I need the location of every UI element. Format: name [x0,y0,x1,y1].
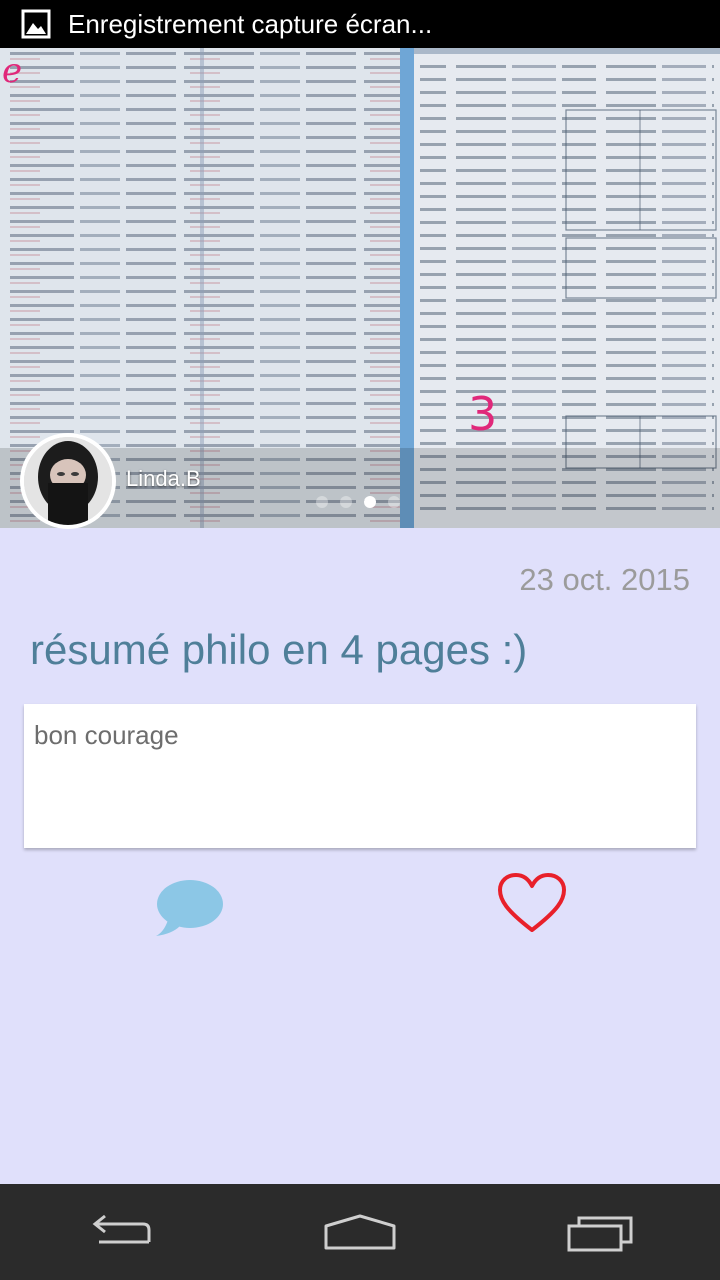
navigation-bar [0,1184,720,1280]
comment-card: bon courage [24,704,696,848]
back-icon [92,1214,151,1244]
post-title: résumé philo en 4 pages :) [30,626,528,673]
author-name[interactable]: Linda.B [126,466,201,492]
comment-button[interactable] [150,876,226,940]
comment-text: bon courage [34,720,179,750]
heart-icon [498,873,566,932]
avatar-image [24,437,112,525]
page-dot-active[interactable] [364,496,376,508]
back-button[interactable] [75,1202,165,1262]
status-bar: Enregistrement capture écran... [0,0,720,48]
recents-icon [567,1216,633,1252]
page-indicator [316,496,400,508]
recents-button[interactable] [555,1202,645,1262]
page-dot[interactable] [388,496,400,508]
home-icon [324,1214,396,1250]
image-icon [20,8,52,40]
author-avatar[interactable] [20,433,116,529]
like-button[interactable] [496,872,568,936]
page-dot[interactable] [340,496,352,508]
page-dot[interactable] [316,496,328,508]
handwritten-mark-3: 3 [468,387,497,441]
speech-bubble-icon [156,880,223,936]
notification-text: Enregistrement capture écran... [68,8,433,39]
handwritten-mark-e: e [2,51,22,91]
home-button[interactable] [315,1202,405,1262]
post-date: 23 oct. 2015 [519,562,690,597]
